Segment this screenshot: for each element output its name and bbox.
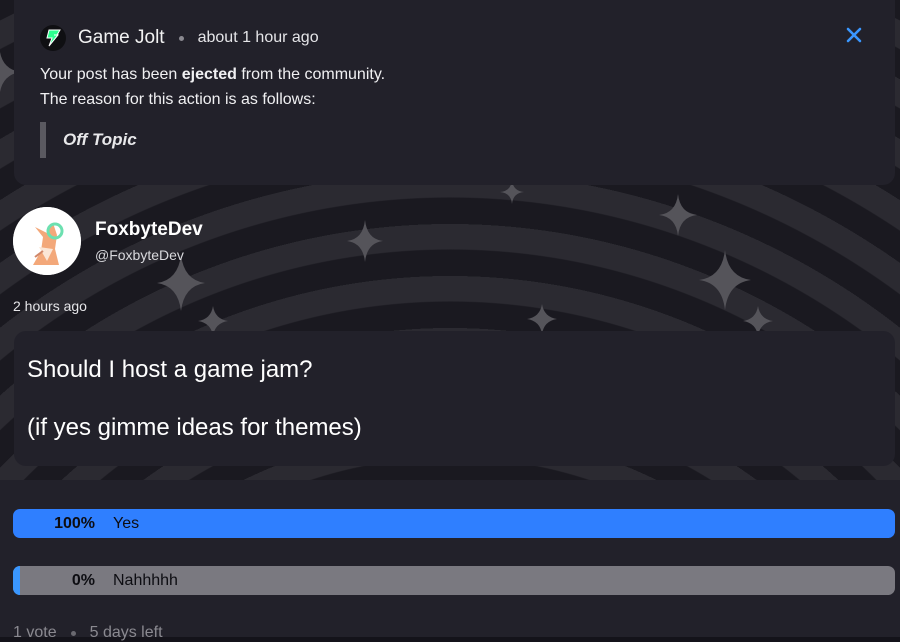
reason-intro: The reason for this action is as follows… — [40, 91, 316, 108]
moderation-notice: Game Jolt about 1 hour ago Your post has… — [14, 0, 895, 185]
poll-remaining: 5 days left — [89, 624, 163, 641]
reason-quote: Off Topic — [40, 122, 137, 158]
poll-votes: 1 vote — [13, 624, 57, 641]
poll-option-no[interactable]: 0% Nahhhhh — [13, 566, 895, 595]
author-handle[interactable]: @FoxbyteDev — [95, 247, 184, 263]
notice-header: Game Jolt about 1 hour ago — [40, 24, 319, 52]
notice-message: Your post has been ejected from the comm… — [40, 62, 385, 112]
poll-percent: 0% — [71, 571, 95, 589]
author-name[interactable]: FoxbyteDev — [95, 219, 203, 241]
post-text-line: Should I host a game jam? — [27, 356, 313, 383]
reason-text: Off Topic — [63, 130, 137, 149]
sparkle-icon — [157, 255, 205, 311]
sparkle-icon — [699, 250, 751, 310]
close-button[interactable] — [843, 24, 865, 46]
game-jolt-logo-icon — [40, 25, 66, 51]
poll-option-yes[interactable]: 100% Yes — [13, 509, 895, 538]
poll-label: Nahhhhh — [113, 571, 178, 589]
sparkle-icon — [527, 304, 557, 334]
message-suffix: from the community. — [236, 66, 386, 83]
close-icon — [846, 27, 862, 43]
message-bold: ejected — [181, 66, 237, 83]
separator-dot — [178, 35, 184, 41]
poll-percent: 100% — [54, 514, 95, 532]
notice-time: about 1 hour ago — [197, 29, 319, 46]
sparkle-icon — [659, 194, 697, 236]
separator-dot — [70, 630, 76, 636]
avatar[interactable] — [13, 207, 81, 275]
post-content: Should I host a game jam? (if yes gimme … — [14, 331, 895, 466]
sparkle-icon — [347, 220, 383, 262]
notice-source[interactable]: Game Jolt — [78, 27, 165, 49]
poll-section — [0, 480, 900, 637]
poll-label: Yes — [113, 514, 140, 532]
message-prefix: Your post has been — [40, 66, 182, 83]
poll-footer: 1 vote 5 days left — [13, 624, 163, 642]
post-timestamp[interactable]: 2 hours ago — [13, 298, 87, 314]
post-text-line: (if yes gimme ideas for themes) — [27, 414, 362, 441]
